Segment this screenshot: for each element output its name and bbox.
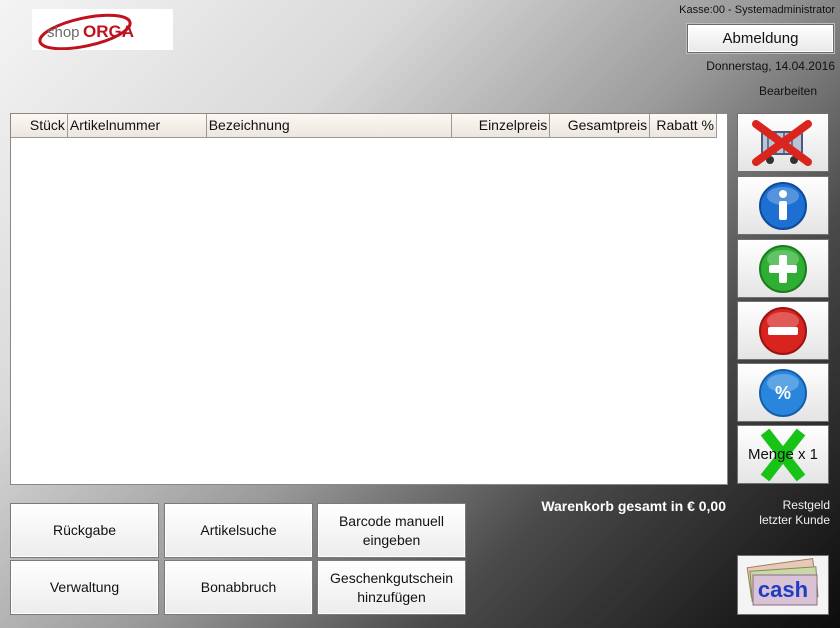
cart-table-header: Stück Artikelnummer Bezeichnung Einzelpr…: [11, 114, 717, 138]
current-date: Donnerstag, 14.04.2016: [706, 59, 835, 73]
quantity-multiply-button[interactable]: Menge x 1: [737, 425, 829, 484]
cash-icon: cash: [746, 557, 819, 606]
cart-table[interactable]: Stück Artikelnummer Bezeichnung Einzelpr…: [10, 113, 728, 485]
svg-text:cash: cash: [758, 577, 808, 602]
change-label: Restgeld: [782, 498, 830, 512]
quantity-label: Menge x 1: [747, 446, 819, 463]
manual-barcode-button[interactable]: Barcode manuell eingeben: [317, 503, 466, 558]
info-icon: [759, 181, 807, 230]
edit-section-label: Bearbeiten: [758, 84, 817, 98]
minus-icon: [759, 306, 807, 355]
svg-text:%: %: [775, 383, 791, 403]
delete-item-button[interactable]: [737, 113, 829, 172]
column-header-quantity[interactable]: Stück: [11, 114, 68, 137]
cancel-receipt-button[interactable]: Bonabbruch: [164, 560, 313, 615]
plus-icon: [759, 244, 807, 293]
svg-text:shop: shop: [47, 24, 80, 41]
return-button[interactable]: Rückgabe: [10, 503, 159, 558]
shoporga-logo: shop ORGA: [32, 9, 173, 50]
column-header-description[interactable]: Bezeichnung: [207, 114, 453, 137]
delete-cart-icon: [752, 119, 812, 166]
column-header-discount[interactable]: Rabatt %: [650, 114, 716, 137]
administration-button[interactable]: Verwaltung: [10, 560, 159, 615]
column-header-article-number[interactable]: Artikelnummer: [68, 114, 207, 137]
svg-text:ORGA: ORGA: [83, 22, 134, 41]
manual-barcode-label-line1: Barcode manuell: [338, 512, 445, 529]
manual-barcode-label-line2: eingeben: [362, 531, 421, 548]
gift-voucher-label-line2: hinzufügen: [357, 588, 426, 605]
increase-quantity-button[interactable]: [737, 239, 829, 298]
shoporga-logo-graphic: shop ORGA: [37, 13, 134, 50]
cart-total: Warenkorb gesamt in € 0,00: [541, 498, 726, 514]
change-last-customer: Restgeld letzter Kunde: [730, 498, 830, 528]
discount-button[interactable]: %: [737, 363, 829, 422]
percent-icon: %: [759, 368, 807, 417]
last-customer-label: letzter Kunde: [759, 513, 830, 527]
info-button[interactable]: [737, 176, 829, 235]
register-user-info: Kasse:00 - Systemadministrator: [679, 4, 835, 16]
add-gift-voucher-button[interactable]: Geschenkgutschein hinzufügen: [317, 560, 466, 615]
logout-button[interactable]: Abmeldung: [687, 24, 834, 53]
gift-voucher-label-line1: Geschenkgutschein: [330, 569, 453, 586]
column-header-total-price[interactable]: Gesamtpreis: [550, 114, 651, 137]
decrease-quantity-button[interactable]: [737, 301, 829, 360]
cash-payment-button[interactable]: cash: [737, 555, 829, 615]
column-header-unit-price[interactable]: Einzelpreis: [452, 114, 551, 137]
article-search-button[interactable]: Artikelsuche: [164, 503, 313, 558]
